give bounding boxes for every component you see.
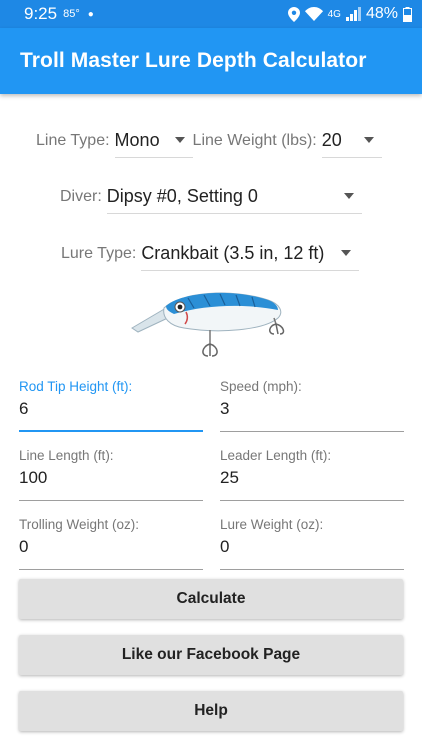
notification-icon: ● xyxy=(87,8,94,20)
leader-length-field[interactable]: Leader Length (ft): 25 xyxy=(220,441,404,501)
line-length-value: 100 xyxy=(19,468,48,487)
rod-tip-height-field[interactable]: Rod Tip Height (ft): 6 xyxy=(19,372,203,432)
lure-type-value: Crankbait (3.5 in, 12 ft) xyxy=(141,243,325,263)
signal-icon xyxy=(345,7,361,21)
line-type-label: Line Type: xyxy=(36,132,110,149)
speed-value: 3 xyxy=(220,399,230,418)
facebook-button[interactable]: Like our Facebook Page xyxy=(19,635,403,675)
leader-length-label: Leader Length (ft): xyxy=(220,448,332,463)
crankbait-lure-image xyxy=(131,292,285,357)
line-type-dropdown[interactable]: Mono xyxy=(114,124,193,158)
line-length-label: Line Length (ft): xyxy=(19,448,114,463)
speed-label: Speed (mph): xyxy=(220,379,302,394)
wifi-icon xyxy=(304,7,323,21)
app-title: Troll Master Lure Depth Calculator xyxy=(20,49,367,72)
location-icon xyxy=(287,6,300,22)
help-button[interactable]: Help xyxy=(19,691,403,731)
status-temperature: 85° xyxy=(63,8,80,20)
diver-dropdown[interactable]: Dipsy #0, Setting 0 xyxy=(106,180,362,214)
diver-label: Diver: xyxy=(60,188,102,205)
line-type-value: Mono xyxy=(114,130,160,150)
rod-tip-height-label: Rod Tip Height (ft): xyxy=(19,379,133,394)
line-weight-dropdown[interactable]: 20 xyxy=(321,124,382,158)
diver-value: Dipsy #0, Setting 0 xyxy=(106,186,258,206)
battery-percent: 48% xyxy=(365,5,398,22)
status-time: 9:25 xyxy=(24,4,58,23)
lure-type-row: Lure Type: Crankbait (3.5 in, 12 ft) xyxy=(61,237,360,271)
app-bar: Troll Master Lure Depth Calculator xyxy=(0,28,422,94)
line-weight-value: 20 xyxy=(321,130,342,150)
lure-weight-field[interactable]: Lure Weight (oz): 0 xyxy=(220,510,404,570)
chevron-down-icon xyxy=(343,193,354,199)
lure-weight-label: Lure Weight (oz): xyxy=(220,517,324,532)
chevron-down-icon xyxy=(341,250,352,256)
status-icons: 4G 48% xyxy=(287,5,412,23)
chevron-down-icon xyxy=(363,137,374,143)
lure-weight-value: 0 xyxy=(220,537,230,556)
lure-type-dropdown[interactable]: Crankbait (3.5 in, 12 ft) xyxy=(141,237,360,271)
trolling-weight-field[interactable]: Trolling Weight (oz): 0 xyxy=(19,510,203,570)
rod-tip-height-value: 6 xyxy=(19,399,29,418)
network-type: 4G xyxy=(327,8,341,20)
leader-length-value: 25 xyxy=(220,468,239,487)
trolling-weight-value: 0 xyxy=(19,537,29,556)
line-length-field[interactable]: Line Length (ft): 100 xyxy=(19,441,203,501)
status-bar: 9:25 85° ● 4G 48% xyxy=(0,0,422,28)
line-row: Line Type: Mono Line Weight (lbs): 20 xyxy=(36,124,382,158)
trolling-weight-label: Trolling Weight (oz): xyxy=(19,517,140,532)
line-weight-label: Line Weight (lbs): xyxy=(192,132,317,149)
calculate-button[interactable]: Calculate xyxy=(19,579,403,619)
lure-type-label: Lure Type: xyxy=(61,245,137,262)
battery-icon xyxy=(403,6,412,22)
chevron-down-icon xyxy=(174,137,185,143)
diver-row: Diver: Dipsy #0, Setting 0 xyxy=(60,180,362,214)
speed-field[interactable]: Speed (mph): 3 xyxy=(220,372,404,432)
